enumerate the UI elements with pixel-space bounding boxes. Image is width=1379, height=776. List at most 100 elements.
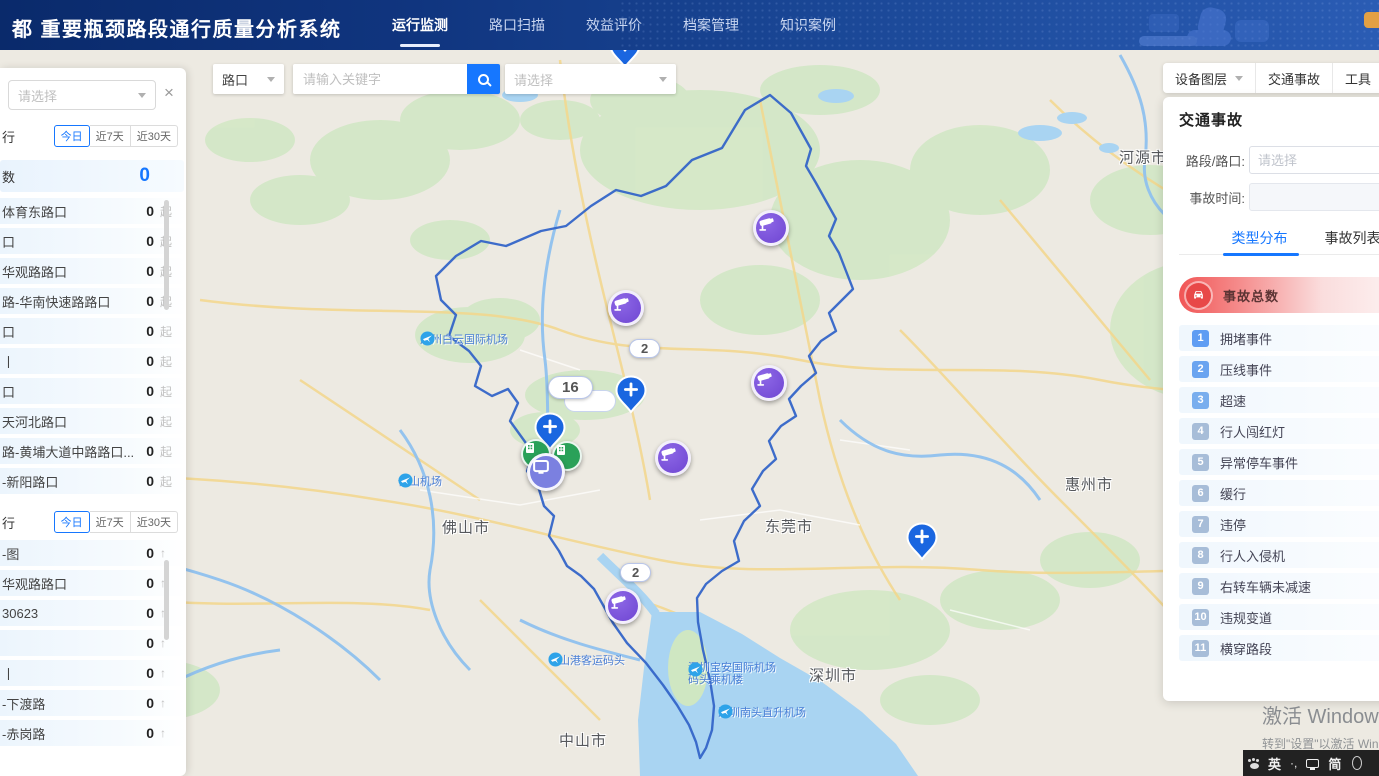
- accident-type-item[interactable]: 4 行人闯红灯: [1179, 418, 1379, 444]
- accident-type-label: 违停: [1220, 515, 1246, 534]
- range-30days-button[interactable]: 近30天: [131, 511, 178, 533]
- accident-total-pill[interactable]: 事故总数: [1179, 277, 1379, 313]
- accident-type-item[interactable]: 9 右转车辆未减速: [1179, 573, 1379, 599]
- camera-marker[interactable]: [751, 365, 787, 401]
- rank-item-name: 口: [0, 322, 146, 341]
- rank-item-value: 0: [146, 413, 154, 429]
- nav-item-1[interactable]: 路口扫描: [487, 0, 547, 50]
- rank-list-item[interactable]: -图 0 ↑: [0, 540, 186, 566]
- rank-item-unit: 起: [160, 383, 174, 400]
- monitor-marker[interactable]: [527, 453, 565, 491]
- section-title-fragment: 行: [2, 513, 15, 532]
- map-pin-marker[interactable]: 2: [615, 375, 647, 415]
- rank-item-value: 0: [146, 545, 154, 561]
- rank-list-item[interactable]: 口 0 起: [0, 318, 186, 344]
- section-title-fragment: 行: [2, 127, 15, 146]
- accident-type-item[interactable]: 2 压线事件: [1179, 356, 1379, 382]
- ime-more-icon[interactable]: [1352, 756, 1362, 770]
- accident-type-label: 违规变道: [1220, 608, 1272, 627]
- ime-language-toggle[interactable]: 英: [1268, 754, 1281, 773]
- accident-time-input[interactable]: [1249, 183, 1379, 211]
- nav-item-2[interactable]: 效益评价: [584, 0, 644, 50]
- search-button[interactable]: [467, 64, 500, 94]
- range-today-button[interactable]: 今日: [54, 125, 90, 147]
- marker-count-bubble[interactable]: 2: [620, 563, 651, 582]
- traffic-accident-button[interactable]: 交通事故: [1256, 63, 1333, 93]
- accident-type-item[interactable]: 7 违停: [1179, 511, 1379, 537]
- ime-simplified-toggle[interactable]: 简: [1328, 754, 1341, 773]
- left-stats-panel: 请选择 × 行 今日 近7天 近30天 数 0 体育东路口 0 起: [0, 68, 186, 776]
- camera-marker[interactable]: [655, 440, 691, 476]
- left-filter-select[interactable]: 请选择: [8, 80, 156, 110]
- rank-list-item[interactable]: 30623 0 ↑: [0, 600, 186, 626]
- cctv-camera-icon: [658, 443, 680, 465]
- date-range-group: 今日 近7天 近30天: [54, 125, 178, 147]
- accident-type-item[interactable]: 10 违规变道: [1179, 604, 1379, 630]
- search-filter-select[interactable]: 请选择: [505, 64, 676, 94]
- accident-type-item[interactable]: 1 拥堵事件: [1179, 325, 1379, 351]
- rank-list-item[interactable]: 天河北路口 0 起: [0, 408, 186, 434]
- accident-type-item[interactable]: 6 缓行: [1179, 480, 1379, 506]
- left-filter-placeholder: 请选择: [18, 86, 57, 105]
- rank-list-item[interactable]: 口 0 起: [0, 378, 186, 404]
- ime-paw-icon[interactable]: [1250, 763, 1259, 769]
- marker-count-bubble[interactable]: 16: [548, 376, 593, 399]
- tools-button[interactable]: 工具: [1333, 63, 1379, 93]
- range-7days-button[interactable]: 近7天: [90, 511, 131, 533]
- rank-list-item[interactable]: 路-华南快速路路口 0 起: [0, 288, 186, 314]
- accident-type-item[interactable]: 5 异常停车事件: [1179, 449, 1379, 475]
- rank-item-value: 0: [146, 353, 154, 369]
- left-section-accidents: 行 今日 近7天 近30天 数 0 体育东路口 0 起 口 0 起 华观路路口 …: [0, 124, 186, 494]
- nav-item-4[interactable]: 知识案例: [778, 0, 838, 50]
- rank-list-item[interactable]: 华观路路口 0 起: [0, 258, 186, 284]
- camera-marker[interactable]: [753, 210, 789, 246]
- search-category-select[interactable]: 路口: [213, 64, 284, 94]
- range-today-button[interactable]: 今日: [54, 511, 90, 533]
- map-pin-marker[interactable]: [906, 522, 938, 562]
- nav-item-0[interactable]: 运行监测: [390, 0, 450, 50]
- rank-list-item[interactable]: 华观路路口 0 ↑: [0, 570, 186, 596]
- device-layers-button[interactable]: 设备图层: [1163, 63, 1256, 93]
- rank-badge: 10: [1192, 609, 1209, 626]
- rank-item-unit: ↑: [160, 546, 174, 560]
- rank-list-item[interactable]: 口 0 起: [0, 228, 186, 254]
- accident-filter-form: 路段/路口: 事故时间:: [1179, 146, 1379, 211]
- marker-count-bubble[interactable]: 2: [629, 339, 660, 358]
- rank-list-item[interactable]: -下渡路 0 ↑: [0, 690, 186, 716]
- rank-list-item[interactable]: -新阳路口 0 起: [0, 468, 186, 494]
- rank-list-item[interactable]: -赤岗路 0 ↑: [0, 720, 186, 746]
- rank-list-item[interactable]: 路-黄埔大道中路路口... 0 起: [0, 438, 186, 464]
- rank-list-item[interactable]: 体育东路口 0 起: [0, 198, 186, 224]
- camera-marker[interactable]: [608, 290, 644, 326]
- close-icon[interactable]: ×: [164, 84, 174, 101]
- rank-list-item[interactable]: 0 ↑: [0, 630, 186, 656]
- accident-type-item[interactable]: 3 超速: [1179, 387, 1379, 413]
- scrollbar-thumb[interactable]: [164, 560, 169, 640]
- rank-item-name: -下渡路: [0, 694, 146, 713]
- tab-type-distribution[interactable]: 类型分布: [1223, 221, 1296, 255]
- accident-type-item[interactable]: 8 行人入侵机: [1179, 542, 1379, 568]
- accident-type-item[interactable]: 11 横穿路段: [1179, 635, 1379, 661]
- range-7days-button[interactable]: 近7天: [90, 125, 131, 147]
- screen-icon: [530, 456, 552, 478]
- traffic-accident-panel: 交通事故 路段/路口: 事故时间: 类型分布 事故列表 事故总数 1 拥堵事件: [1163, 97, 1379, 701]
- rank-badge: 1: [1192, 330, 1209, 347]
- scrollbar-thumb[interactable]: [164, 200, 169, 310]
- rank-item-unit: 起: [160, 473, 174, 490]
- rank-item-name: -新阳路口: [0, 472, 146, 491]
- rank-list-item[interactable]: 丨 0 起: [0, 348, 186, 374]
- tab-accident-list[interactable]: 事故列表: [1316, 221, 1379, 255]
- camera-marker[interactable]: 2: [605, 588, 641, 624]
- accident-tabs: 类型分布 事故列表: [1179, 221, 1379, 255]
- range-30days-button[interactable]: 近30天: [131, 125, 178, 147]
- rank-list-item[interactable]: 丨 0 ↑: [0, 660, 186, 686]
- traffic-accident-label: 交通事故: [1268, 69, 1320, 88]
- ime-keyboard-icon[interactable]: [1306, 759, 1319, 768]
- rank-item-unit: ↑: [160, 666, 174, 680]
- ime-punctuation-toggle[interactable]: ·,: [1290, 756, 1297, 770]
- road-select-input[interactable]: [1249, 146, 1379, 174]
- rank-badge: 4: [1192, 423, 1209, 440]
- nav-item-3[interactable]: 档案管理: [681, 0, 741, 50]
- search-keyword-input[interactable]: [293, 64, 467, 94]
- navbar-corner-icon[interactable]: [1364, 12, 1379, 28]
